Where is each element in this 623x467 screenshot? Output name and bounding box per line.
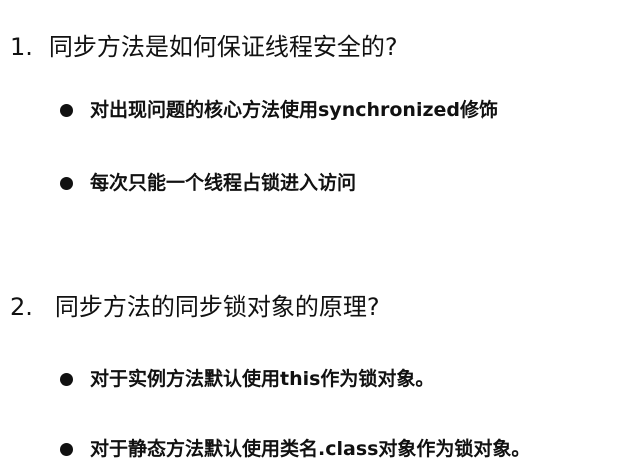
question-2-bullet-1: 对于实例方法默认使用this作为锁对象。: [60, 366, 434, 392]
bullet-dot-icon: [60, 372, 73, 386]
bullet-text: 对于实例方法默认使用this作为锁对象。: [90, 368, 435, 390]
question-2-bullet-2: 对于静态方法默认使用类名.class对象作为锁对象。: [60, 436, 530, 462]
question-2-heading: 2. 同步方法的同步锁对象的原理?: [10, 292, 380, 322]
question-1-text: 同步方法是如何保证线程安全的?: [48, 33, 398, 61]
question-2-text: 同步方法的同步锁对象的原理?: [54, 293, 380, 321]
question-2-number: 2.: [10, 293, 33, 321]
bullet-text: 对出现问题的核心方法使用synchronized修饰: [90, 99, 499, 121]
bullet-dot-icon: [60, 442, 73, 456]
bullet-dot-icon: [60, 176, 73, 190]
question-1-bullet-2: 每次只能一个线程占锁进入访问: [60, 170, 356, 196]
question-1-bullet-1: 对出现问题的核心方法使用synchronized修饰: [60, 97, 498, 123]
bullet-dot-icon: [60, 103, 73, 117]
question-1-number: 1.: [10, 33, 33, 61]
bullet-text: 对于静态方法默认使用类名.class对象作为锁对象。: [90, 438, 531, 460]
question-1-heading: 1. 同步方法是如何保证线程安全的?: [10, 32, 398, 62]
bullet-text: 每次只能一个线程占锁进入访问: [90, 172, 357, 194]
